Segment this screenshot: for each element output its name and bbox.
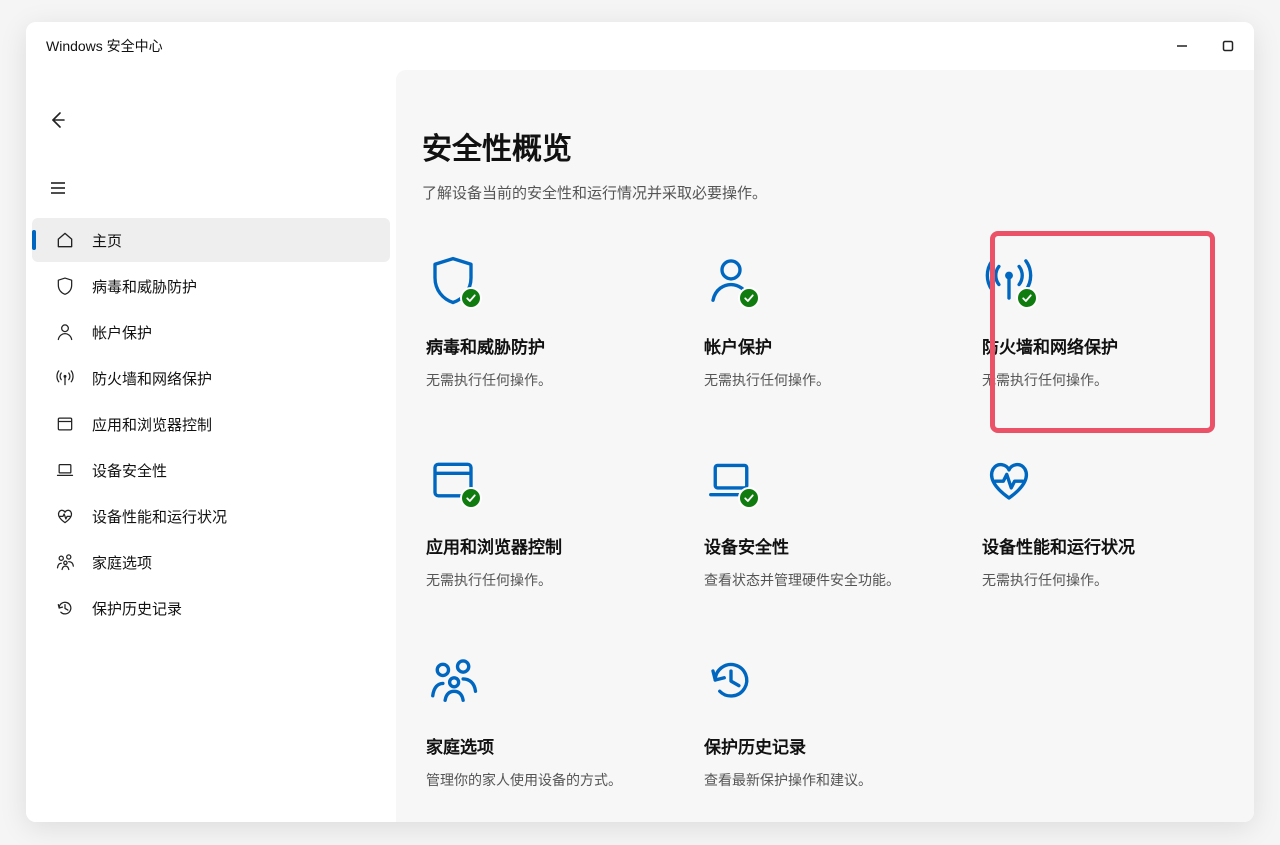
status-ok-badge-icon: [460, 287, 482, 309]
tile-title: 设备安全性: [704, 533, 948, 558]
minimize-button[interactable]: [1170, 34, 1194, 58]
sidebar: 主页病毒和威胁防护帐户保护防火墙和网络保护应用和浏览器控制设备安全性设备性能和运…: [26, 70, 396, 822]
window-controls: [1170, 34, 1240, 58]
sidebar-item-firewall[interactable]: 防火墙和网络保护: [32, 356, 390, 400]
tile-desc: 无需执行任何操作。: [982, 370, 1226, 390]
tile-title: 帐户保护: [704, 333, 948, 358]
sidebar-item-family[interactable]: 家庭选项: [32, 540, 390, 584]
tile-title: 保护历史记录: [704, 733, 948, 758]
home-icon: [54, 229, 76, 251]
tiles-grid: 病毒和威胁防护无需执行任何操作。帐户保护无需执行任何操作。防火墙和网络保护无需执…: [422, 243, 1250, 822]
tile-title: 设备性能和运行状况: [982, 533, 1226, 558]
sidebar-item-label: 防火墙和网络保护: [92, 368, 212, 389]
menu-button[interactable]: [38, 168, 78, 208]
sidebar-item-appbrowser[interactable]: 应用和浏览器控制: [32, 402, 390, 446]
tile-firewall[interactable]: 防火墙和网络保护无需执行任何操作。: [978, 243, 1236, 423]
window-icon: [54, 413, 76, 435]
tile-desc: 无需执行任何操作。: [426, 570, 670, 590]
history-icon: [54, 597, 76, 619]
nav-list: 主页病毒和威胁防护帐户保护防火墙和网络保护应用和浏览器控制设备安全性设备性能和运…: [26, 218, 396, 630]
status-ok-badge-icon: [738, 487, 760, 509]
tile-history[interactable]: 保护历史记录查看最新保护操作和建议。: [700, 643, 958, 822]
tile-desc: 查看最新保护操作和建议。: [704, 770, 948, 790]
sidebar-item-home[interactable]: 主页: [32, 218, 390, 262]
laptop-icon: [54, 459, 76, 481]
sidebar-item-label: 设备安全性: [92, 460, 167, 481]
status-ok-badge-icon: [738, 287, 760, 309]
tile-title: 病毒和威胁防护: [426, 333, 670, 358]
family-icon: [426, 653, 480, 707]
sidebar-item-label: 病毒和威胁防护: [92, 276, 197, 297]
sidebar-item-health[interactable]: 设备性能和运行状况: [32, 494, 390, 538]
account-icon: [704, 253, 758, 307]
antenna-icon: [982, 253, 1036, 307]
tile-appbrowser[interactable]: 应用和浏览器控制无需执行任何操作。: [422, 443, 680, 623]
sidebar-item-label: 设备性能和运行状况: [92, 506, 227, 527]
tile-virus[interactable]: 病毒和威胁防护无需执行任何操作。: [422, 243, 680, 423]
maximize-button[interactable]: [1216, 34, 1240, 58]
sidebar-item-label: 帐户保护: [92, 322, 152, 343]
heart-icon: [54, 505, 76, 527]
sidebar-item-history[interactable]: 保护历史记录: [32, 586, 390, 630]
titlebar: Windows 安全中心: [26, 22, 1254, 70]
sidebar-item-label: 主页: [92, 230, 122, 251]
tile-account[interactable]: 帐户保护无需执行任何操作。: [700, 243, 958, 423]
back-button[interactable]: [38, 100, 78, 140]
tile-health[interactable]: 设备性能和运行状况无需执行任何操作。: [978, 443, 1236, 623]
sidebar-item-label: 应用和浏览器控制: [92, 414, 212, 435]
shield-icon: [426, 253, 480, 307]
status-ok-badge-icon: [460, 487, 482, 509]
tile-desc: 无需执行任何操作。: [426, 370, 670, 390]
page-title: 安全性概览: [422, 124, 1250, 168]
tile-desc: 无需执行任何操作。: [704, 370, 948, 390]
tile-desc: 无需执行任何操作。: [982, 570, 1226, 590]
sidebar-item-label: 保护历史记录: [92, 598, 182, 619]
status-ok-badge-icon: [1016, 287, 1038, 309]
sidebar-item-virus[interactable]: 病毒和威胁防护: [32, 264, 390, 308]
window-icon: [426, 453, 480, 507]
tile-family[interactable]: 家庭选项管理你的家人使用设备的方式。: [422, 643, 680, 822]
tile-desc: 查看状态并管理硬件安全功能。: [704, 570, 948, 590]
tile-desc: 管理你的家人使用设备的方式。: [426, 770, 670, 790]
family-icon: [54, 551, 76, 573]
tile-title: 防火墙和网络保护: [982, 333, 1226, 358]
account-icon: [54, 321, 76, 343]
laptop-icon: [704, 453, 758, 507]
tile-device[interactable]: 设备安全性查看状态并管理硬件安全功能。: [700, 443, 958, 623]
heart-icon: [982, 453, 1036, 507]
sidebar-item-label: 家庭选项: [92, 552, 152, 573]
history-icon: [704, 653, 758, 707]
sidebar-item-device[interactable]: 设备安全性: [32, 448, 390, 492]
antenna-icon: [54, 367, 76, 389]
tile-title: 家庭选项: [426, 733, 670, 758]
app-window: Windows 安全中心 主页病毒和威胁防护帐户保护防火墙和网络保护应用和浏览器…: [26, 22, 1254, 822]
window-title: Windows 安全中心: [46, 36, 163, 56]
main-content: 安全性概览 了解设备当前的安全性和运行情况并采取必要操作。 病毒和威胁防护无需执…: [396, 70, 1254, 822]
sidebar-item-account[interactable]: 帐户保护: [32, 310, 390, 354]
tile-title: 应用和浏览器控制: [426, 533, 670, 558]
page-subtitle: 了解设备当前的安全性和运行情况并采取必要操作。: [422, 182, 1250, 203]
shield-icon: [54, 275, 76, 297]
